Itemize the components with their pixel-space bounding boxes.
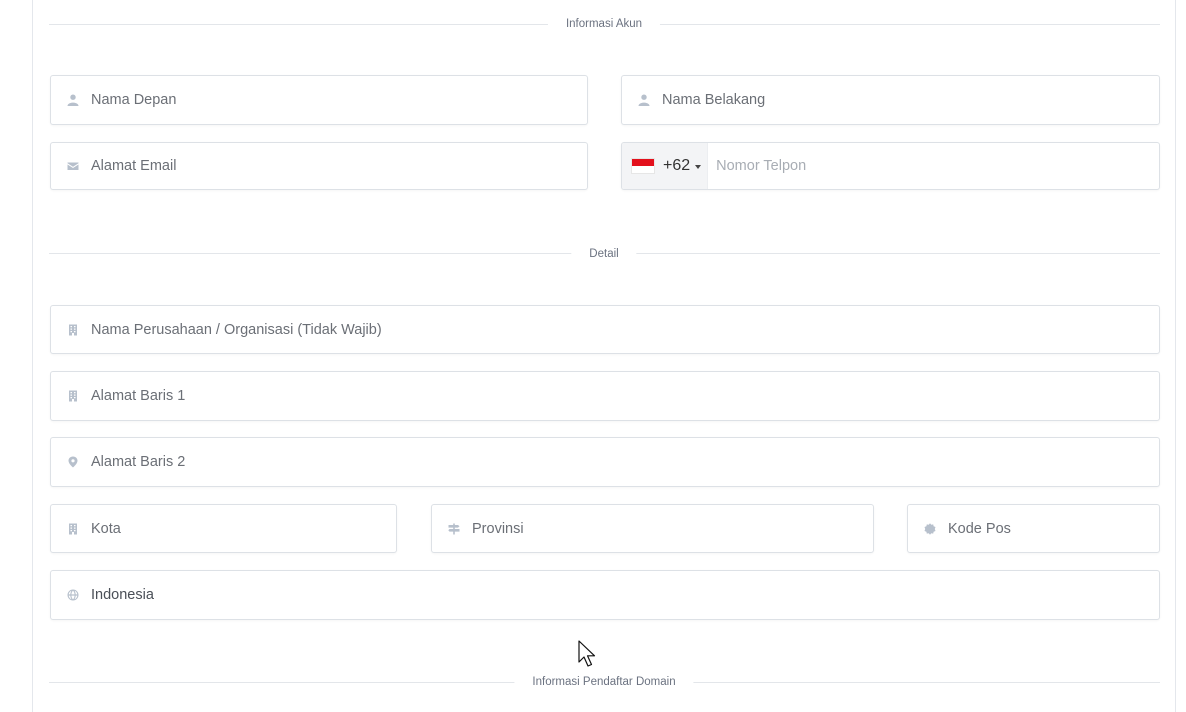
- badge-icon: [923, 522, 937, 536]
- company-placeholder: Nama Perusahaan / Organisasi (Tidak Waji…: [91, 321, 382, 338]
- last-name-field[interactable]: Nama Belakang: [621, 75, 1160, 125]
- country-select[interactable]: Indonesia: [50, 570, 1160, 620]
- indonesia-flag-icon: [631, 158, 655, 174]
- city-placeholder: Kota: [91, 520, 121, 537]
- phone-placeholder: Nomor Telpon: [716, 158, 807, 174]
- state-field[interactable]: Provinsi: [431, 504, 874, 553]
- mouse-cursor-icon: [578, 640, 596, 667]
- address2-field[interactable]: Alamat Baris 2: [50, 437, 1160, 487]
- city-field[interactable]: Kota: [50, 504, 397, 553]
- section-title-account: Informasi Akun: [547, 17, 661, 31]
- address1-field[interactable]: Alamat Baris 1: [50, 371, 1160, 421]
- caret-down-icon: [695, 164, 702, 169]
- first-name-placeholder: Nama Depan: [91, 92, 177, 108]
- country-code: +62: [663, 157, 691, 174]
- company-field[interactable]: Nama Perusahaan / Organisasi (Tidak Waji…: [50, 305, 1160, 354]
- first-name-field[interactable]: Nama Depan: [50, 75, 588, 125]
- building-icon: [66, 522, 80, 536]
- section-title-registrant: Informasi Pendaftar Domain: [514, 675, 694, 689]
- user-icon: [66, 93, 80, 107]
- state-placeholder: Provinsi: [472, 520, 524, 537]
- signpost-icon: [447, 522, 461, 536]
- email-placeholder: Alamat Email: [91, 158, 177, 174]
- country-value: Indonesia: [91, 587, 154, 603]
- postcode-field[interactable]: Kode Pos: [907, 504, 1160, 553]
- country-code-selector[interactable]: +62: [622, 143, 709, 189]
- map-marker-icon: [66, 455, 80, 469]
- last-name-placeholder: Nama Belakang: [662, 92, 766, 108]
- user-icon: [637, 93, 651, 107]
- envelope-icon: [66, 159, 80, 173]
- building-icon: [66, 323, 80, 337]
- email-field[interactable]: Alamat Email: [50, 142, 588, 190]
- phone-field[interactable]: +62 Nomor Telpon: [621, 142, 1160, 190]
- postcode-placeholder: Kode Pos: [948, 520, 1011, 537]
- address1-placeholder: Alamat Baris 1: [91, 388, 186, 404]
- address2-placeholder: Alamat Baris 2: [91, 454, 186, 470]
- section-title-detail: Detail: [571, 247, 637, 261]
- building-icon: [66, 389, 80, 403]
- globe-icon: [66, 588, 80, 602]
